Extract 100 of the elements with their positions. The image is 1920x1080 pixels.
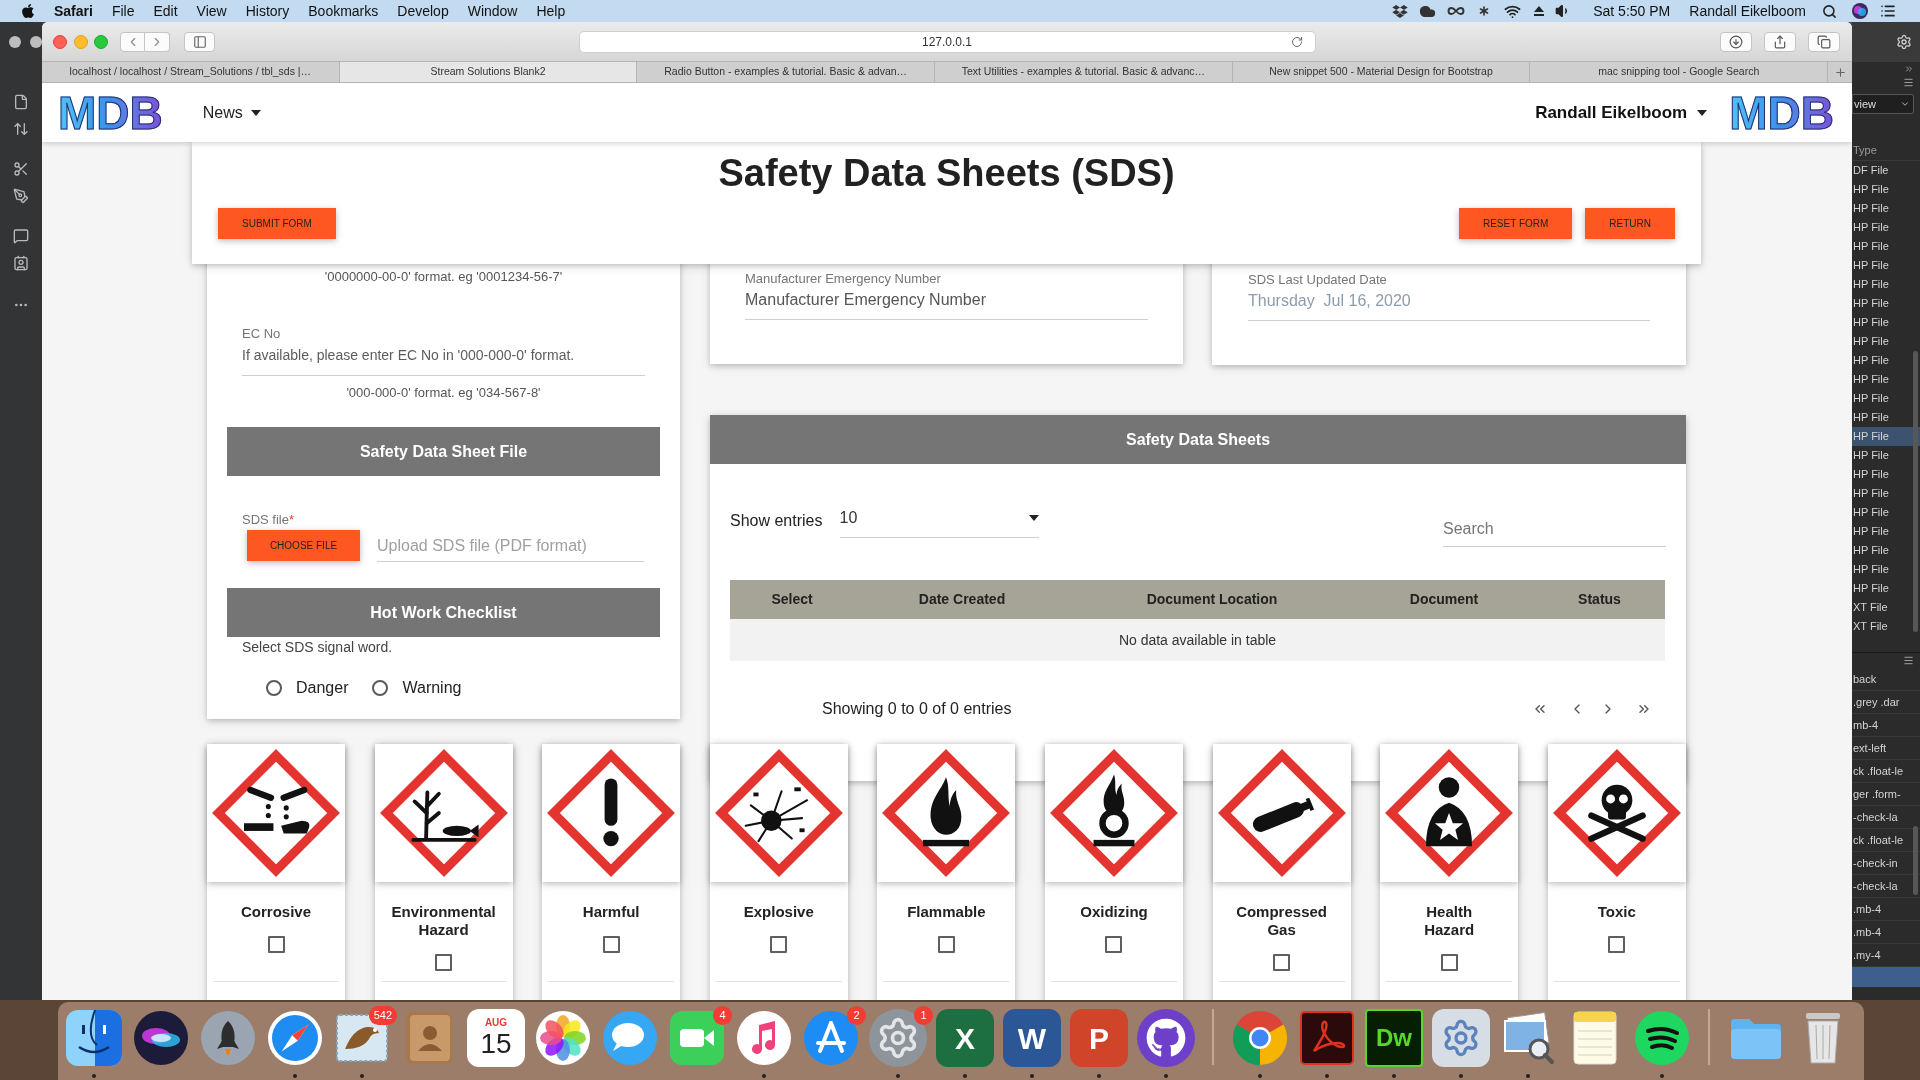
file-type-cell[interactable]: HP File [1852,446,1920,465]
apple-icon[interactable] [21,3,35,19]
action-button[interactable]: RESET FORM [1458,208,1573,239]
checkbox[interactable] [435,954,453,971]
app-tile-icon[interactable]: P [1070,1009,1128,1067]
user-menu[interactable]: Randall Eikelboom [1535,99,1708,126]
file-type-cell[interactable]: HP File [1852,579,1920,598]
colorful-orb-icon[interactable] [132,1009,190,1067]
checkbox[interactable] [1608,936,1626,953]
file-type-cell[interactable]: HP File [1852,560,1920,579]
file-type-cell[interactable]: HP File [1852,237,1920,256]
download-button[interactable] [1720,31,1752,52]
app-menu[interactable]: Safari [54,0,93,22]
sound-arcs-icon[interactable] [1633,1009,1691,1067]
rule-cell[interactable]: ck .float-le [1852,760,1920,783]
entries-select[interactable]: 10 [839,503,1039,538]
file-type-cell[interactable]: HP File [1852,503,1920,522]
view-dropdown[interactable]: view [1852,94,1914,114]
tricolor-circle-icon[interactable] [1231,1009,1289,1067]
scrollbar-thumb[interactable] [1913,826,1918,895]
gear-icon[interactable] [869,1009,927,1067]
menu-icon[interactable] [1903,76,1914,88]
contact-card-icon[interactable] [13,255,29,271]
radio-button[interactable] [266,680,282,696]
column-header[interactable]: Document [1354,580,1534,619]
menu-user[interactable]: Randall Eikelboom [1689,0,1806,22]
ec-number-field[interactable]: If available, please enter EC No in '000-000-0' format. [242,342,645,376]
file-type-cell[interactable]: HP File [1852,294,1920,313]
music-note-icon[interactable] [735,1009,793,1067]
radio-label[interactable]: Warning [402,676,462,700]
rocket-icon[interactable] [199,1009,257,1067]
address-field[interactable]: 127.0.0.1 [578,30,1316,53]
close-button[interactable] [53,34,67,49]
app-tile-icon[interactable]: W [1003,1009,1061,1067]
choose-file-button[interactable]: CHOOSE FILE [247,530,360,561]
reload-icon[interactable] [1290,35,1303,48]
checkbox[interactable] [770,936,788,953]
checkbox[interactable] [937,936,955,953]
file-icon[interactable] [13,94,29,110]
rule-cell[interactable]: .grey .dar [1852,691,1920,714]
emergency-number-field[interactable]: Manufacturer Emergency Number [745,287,1148,320]
checkbox[interactable] [602,936,620,953]
file-type-cell[interactable]: HP File [1852,541,1920,560]
chat-icon[interactable] [13,228,29,244]
checkbox[interactable] [1105,936,1123,953]
app-tile-icon[interactable]: Dw [1365,1009,1423,1067]
column-header[interactable]: Date Created [854,580,1070,619]
menu-item[interactable]: Help [536,0,566,22]
app-tile-icon[interactable]: X [936,1009,994,1067]
menu-icon[interactable] [1903,655,1914,666]
file-type-cell[interactable]: XT File [1852,598,1920,617]
speech-bubble-icon[interactable] [601,1009,659,1067]
search-icon[interactable] [1822,3,1837,19]
action-button[interactable]: RETURN [1585,208,1675,239]
menu-clock[interactable]: Sat 5:50 PM [1593,0,1671,22]
box-icon[interactable] [1392,3,1409,19]
file-type-cell[interactable]: HP File [1852,389,1920,408]
file-type-cell[interactable]: HP File [1852,332,1920,351]
column-header[interactable]: Select [730,580,854,619]
checkbox[interactable] [1440,954,1458,971]
file-type-cell[interactable]: HP File [1852,408,1920,427]
compass-icon[interactable] [266,1009,324,1067]
window-control-icon[interactable] [30,36,42,48]
radio-button[interactable] [372,680,389,696]
scrollbar-thumb[interactable] [1913,351,1918,632]
flower-icon[interactable] [534,1009,592,1067]
double-chevron-icon[interactable] [1904,63,1914,74]
menu-item[interactable]: Bookmarks [308,0,379,22]
menu-item[interactable]: Edit [153,0,178,22]
file-type-cell[interactable]: HP File [1852,256,1920,275]
rule-cell[interactable]: mb-4 [1852,714,1920,737]
scissors-icon[interactable] [13,161,29,177]
file-type-cell[interactable]: HP File [1852,522,1920,541]
checkbox[interactable] [1273,954,1291,971]
file-type-cell[interactable]: HP File [1852,180,1920,199]
file-type-cell[interactable]: XT File [1852,617,1920,636]
window-control-icon[interactable] [9,36,21,48]
list-icon[interactable] [1880,3,1896,19]
submit-button[interactable]: SUBMIT FORM [218,208,336,239]
tabs-button[interactable] [1808,31,1840,52]
share-button[interactable] [1764,31,1796,52]
crossed-strokes-icon[interactable] [802,1009,860,1067]
news-menu[interactable]: News [202,100,261,125]
colorful-orb-icon[interactable] [1852,3,1868,19]
settings-icon[interactable] [1896,34,1912,50]
video-camera-icon[interactable] [668,1009,726,1067]
browser-tab[interactable]: Stream Solutions Blank2 [339,62,638,82]
menu-item[interactable]: History [245,0,290,22]
menu-item[interactable]: File [111,0,135,22]
file-type-cell[interactable]: HP File [1852,427,1920,446]
radio-label[interactable]: Danger [296,676,349,700]
up-down-arrows-icon[interactable] [13,121,29,137]
file-type-cell[interactable]: HP File [1852,313,1920,332]
file-type-cell[interactable]: HP File [1852,484,1920,503]
file-type-cell[interactable]: DF File [1852,161,1920,180]
column-header[interactable]: Document Location [1070,580,1354,619]
file-type-cell[interactable]: HP File [1852,465,1920,484]
file-type-cell[interactable]: HP File [1852,275,1920,294]
rule-cell[interactable]: .mb-4 [1852,898,1920,921]
checkbox[interactable] [267,936,285,953]
